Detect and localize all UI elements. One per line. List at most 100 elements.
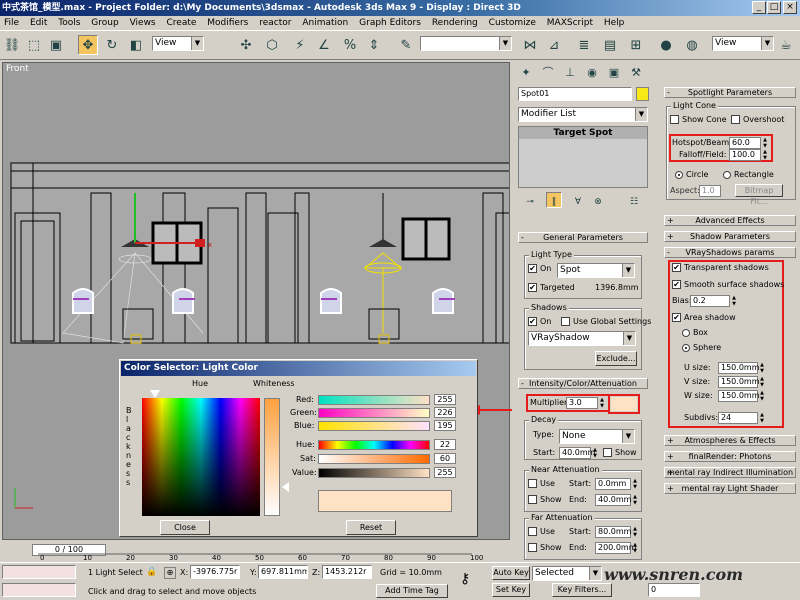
select-link-icon[interactable]: ⛓: [2, 35, 22, 55]
mental-ray-indirect-rollout[interactable]: + mental ray Indirect Illumination: [664, 467, 796, 478]
maximize-button[interactable]: □: [767, 1, 781, 14]
key-filters-button[interactable]: Key Filters...: [552, 583, 612, 597]
light-color-swatch[interactable]: [608, 394, 640, 414]
minimize-button[interactable]: _: [752, 1, 766, 14]
smooth-shadows-checkbox[interactable]: ✔ Smooth surface shadows: [672, 280, 784, 289]
manipulate-icon[interactable]: ⬡: [262, 35, 282, 55]
menu-maxscript[interactable]: MAXScript: [543, 18, 597, 28]
rectangle-radio[interactable]: Rectangle: [723, 170, 774, 179]
sat-value[interactable]: 60: [434, 453, 456, 464]
named-selection-dropdown[interactable]: ▼: [420, 36, 512, 51]
modifier-list-dropdown[interactable]: Modifier List ▼: [518, 107, 648, 122]
near-use-checkbox[interactable]: Use: [528, 479, 555, 488]
blue-slider[interactable]: [318, 421, 430, 431]
x-coordinate[interactable]: -3976.775r: [190, 565, 240, 579]
decay-start-spinner[interactable]: 40.0mm ▲ ▼: [559, 447, 597, 459]
rotate-icon[interactable]: ↻: [102, 35, 122, 55]
menu-graph-editors[interactable]: Graph Editors: [355, 18, 425, 28]
close-button[interactable]: ×: [783, 1, 797, 14]
set-key-button[interactable]: Set Key: [492, 583, 530, 597]
layer-manager-icon[interactable]: ≣: [574, 35, 594, 55]
hue-value[interactable]: 22: [434, 439, 456, 450]
red-value[interactable]: 255: [434, 394, 456, 405]
circle-radio[interactable]: Circle: [675, 170, 708, 179]
motion-tab-icon[interactable]: ◉: [582, 62, 602, 82]
spotlight-params-rollout[interactable]: - Spotlight Parameters: [664, 87, 796, 98]
menu-group[interactable]: Group: [87, 18, 122, 28]
named-selection-icon[interactable]: ✎: [396, 35, 416, 55]
show-end-result-icon[interactable]: ‖: [546, 192, 562, 208]
align-icon[interactable]: ⊿: [544, 35, 564, 55]
menu-edit[interactable]: Edit: [26, 18, 51, 28]
menu-reactor[interactable]: reactor: [255, 18, 295, 28]
far-start-spinner[interactable]: 80.0mm ▲ ▼: [595, 526, 637, 538]
far-use-checkbox[interactable]: Use: [528, 527, 555, 536]
mental-ray-shader-rollout[interactable]: + mental ray Light Shader: [664, 483, 796, 494]
configure-sets-icon[interactable]: ☷: [626, 192, 642, 208]
stack-item[interactable]: Target Spot: [519, 127, 647, 139]
general-params-rollout[interactable]: - General Parameters: [518, 232, 648, 243]
mirror-icon[interactable]: ⋈: [520, 35, 540, 55]
far-end-spinner[interactable]: 200.0mm ▲ ▼: [595, 542, 637, 554]
shadow-params-rollout[interactable]: + Shadow Parameters: [664, 231, 796, 242]
menu-tools[interactable]: Tools: [54, 18, 84, 28]
object-color-swatch[interactable]: [636, 87, 649, 101]
pivot-icon[interactable]: ✣: [236, 35, 256, 55]
menu-modifiers[interactable]: Modifiers: [203, 18, 252, 28]
targeted-checkbox[interactable]: ✔ Targeted: [528, 283, 575, 292]
sat-slider[interactable]: [318, 454, 430, 464]
menu-create[interactable]: Create: [163, 18, 201, 28]
v-size-spinner[interactable]: 150.0mm ▲ ▼: [718, 376, 764, 388]
light-type-dropdown[interactable]: Spot ▼: [557, 263, 635, 278]
render-type-dropdown[interactable]: View ▼: [712, 36, 774, 51]
exclude-button[interactable]: Exclude...: [595, 351, 637, 366]
menu-help[interactable]: Help: [600, 18, 629, 28]
whiteness-bar[interactable]: [264, 398, 280, 516]
percent-snap-icon[interactable]: %: [340, 35, 360, 55]
overshoot-checkbox[interactable]: Overshoot: [731, 115, 784, 124]
bias-spinner[interactable]: 0.2 ▲ ▼: [690, 295, 736, 307]
reset-button[interactable]: Reset: [346, 520, 396, 535]
key-icon[interactable]: ⚷: [460, 571, 470, 587]
select-region-icon[interactable]: ⬚: [24, 35, 44, 55]
menu-file[interactable]: File: [0, 18, 23, 28]
object-name-field[interactable]: Spot01: [518, 87, 632, 101]
auto-key-button[interactable]: Auto Key: [492, 566, 530, 580]
add-time-tag-button[interactable]: Add Time Tag: [376, 584, 448, 598]
near-end-spinner[interactable]: 40.0mm ▲ ▼: [595, 494, 637, 506]
value-slider[interactable]: [318, 468, 430, 478]
angle-snap-icon[interactable]: ∠: [314, 35, 334, 55]
u-size-spinner[interactable]: 150.0mm ▲ ▼: [718, 362, 764, 374]
render-scene-icon[interactable]: ◍: [682, 35, 702, 55]
utilities-tab-icon[interactable]: ⚒: [626, 62, 646, 82]
falloff-spinner[interactable]: 100.0 ▲ ▼: [729, 149, 767, 161]
timeline[interactable]: 0 / 100 0 10 20 30 40 50 60 70 80 90 100: [2, 542, 510, 562]
advanced-effects-rollout[interactable]: + Advanced Effects: [664, 215, 796, 226]
maxscript-listener[interactable]: [2, 565, 76, 579]
hue-marker-icon[interactable]: [150, 390, 160, 398]
curve-editor-icon[interactable]: ▤: [600, 35, 620, 55]
value-value[interactable]: 255: [434, 467, 456, 478]
menu-rendering[interactable]: Rendering: [428, 18, 482, 28]
bitmap-fit-button[interactable]: Bitmap Fit...: [735, 184, 783, 206]
close-dialog-button[interactable]: Close: [160, 520, 210, 535]
reference-coord-dropdown[interactable]: View ▼: [152, 36, 204, 51]
green-slider[interactable]: [318, 408, 430, 418]
modifier-stack[interactable]: Target Spot: [518, 126, 648, 188]
lock-icon[interactable]: 🔒: [146, 567, 157, 577]
final-render-rollout[interactable]: + finalRender: Photons: [664, 451, 796, 462]
hue-slider[interactable]: [318, 440, 430, 450]
shadow-type-dropdown[interactable]: VRayShadow ▼: [528, 331, 636, 346]
near-show-checkbox[interactable]: Show: [528, 495, 562, 504]
whiteness-marker-icon[interactable]: [282, 482, 289, 492]
show-cone-checkbox[interactable]: Show Cone: [670, 115, 727, 124]
schematic-view-icon[interactable]: ⊞: [626, 35, 646, 55]
make-unique-icon[interactable]: ∀: [570, 192, 586, 208]
blue-value[interactable]: 195: [434, 420, 456, 431]
w-size-spinner[interactable]: 150.0mm ▲ ▼: [718, 390, 764, 402]
far-show-checkbox[interactable]: Show: [528, 543, 562, 552]
create-tab-icon[interactable]: ✦: [516, 62, 536, 82]
snap-icon[interactable]: ⚡: [290, 35, 310, 55]
hue-blackness-picker[interactable]: [142, 398, 260, 516]
absolute-mode-icon[interactable]: ⊕: [164, 567, 176, 579]
